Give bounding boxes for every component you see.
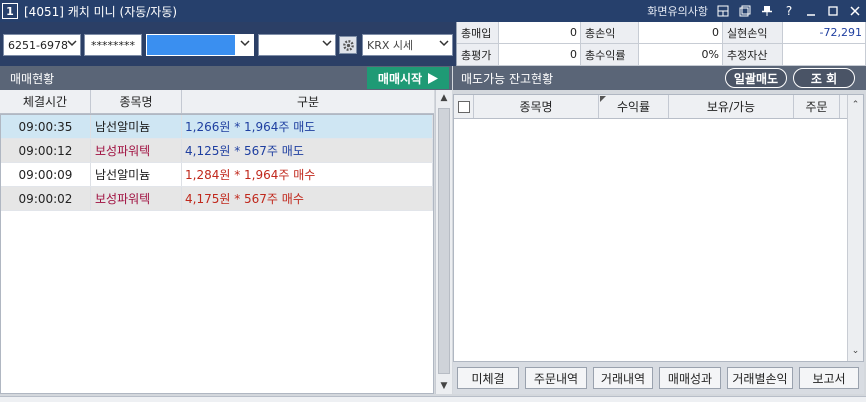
panel-title: 매도가능 잔고현황 bbox=[461, 71, 554, 86]
minimize-icon[interactable] bbox=[804, 4, 818, 18]
close-icon[interactable] bbox=[848, 4, 862, 18]
stock-name: 남선알미늄 bbox=[91, 163, 182, 186]
report-button[interactable]: 보고서 bbox=[799, 367, 859, 389]
select-all-cell[interactable] bbox=[454, 95, 474, 118]
scroll-down-icon[interactable]: ▼ bbox=[436, 378, 452, 394]
sellable-balance-header: 매도가능 잔고현황 일괄매도 조 회 bbox=[453, 66, 866, 90]
trade-time: 09:00:12 bbox=[1, 139, 91, 162]
trade-grid: 09:00:35 남선알미늄 1,266원 * 1,964주 매도 09:00:12 보… bbox=[0, 114, 434, 394]
pnl-by-trade-button[interactable]: 거래별손익 bbox=[727, 367, 793, 389]
panel-title: 매매현황 bbox=[10, 71, 55, 86]
sort-indicator-icon bbox=[600, 96, 606, 102]
chevron-down-icon bbox=[439, 40, 449, 47]
realized-pnl-value: -72,291 bbox=[783, 22, 866, 43]
trade-detail: 4,125원 * 567주 매도 bbox=[182, 139, 433, 162]
trade-performance-button[interactable]: 매매성과 bbox=[659, 367, 721, 389]
trade-history-button[interactable]: 거래내역 bbox=[593, 367, 653, 389]
unfilled-orders-button[interactable]: 미체결 bbox=[457, 367, 519, 389]
select-all-checkbox[interactable] bbox=[457, 100, 470, 113]
notice-link[interactable]: 화면유의사항 bbox=[647, 3, 708, 19]
trade-detail: 1,284원 * 1,964주 매수 bbox=[182, 163, 433, 186]
title-bar: 1 [4051] 캐치 미니 (자동/자동) 화면유의사항 ? bbox=[0, 0, 866, 22]
table-row[interactable]: 09:00:02 보성파워텍 4,175원 * 567주 매수 bbox=[1, 187, 433, 211]
summary-label: 총매입 bbox=[457, 22, 499, 43]
trade-detail: 4,175원 * 567주 매수 bbox=[182, 187, 433, 210]
chevron-down-icon bbox=[322, 40, 332, 47]
scroll-down-icon[interactable]: ⌄ bbox=[848, 343, 863, 359]
column-header-label: 수익률 bbox=[616, 100, 651, 114]
account-summary: 총매입 0 총손익 0 실현손익 -72,291 총평가 0 총수익률 0% 추… bbox=[456, 22, 866, 66]
title-controls: 화면유의사항 ? bbox=[647, 0, 862, 22]
summary-label: 총손익 bbox=[581, 22, 639, 43]
help-icon[interactable]: ? bbox=[782, 4, 796, 18]
trade-detail: 1,266원 * 1,964주 매도 bbox=[182, 115, 433, 138]
scroll-up-icon[interactable]: ⌃ bbox=[848, 97, 863, 113]
copy-window-icon[interactable] bbox=[738, 4, 752, 18]
scroll-thumb[interactable] bbox=[438, 108, 450, 374]
table-row[interactable]: 09:00:35 남선알미늄 1,266원 * 1,964주 매도 bbox=[1, 115, 433, 139]
stock-name: 보성파워텍 bbox=[91, 187, 182, 210]
settings-button[interactable] bbox=[339, 36, 357, 54]
table-row[interactable]: 09:00:09 남선알미늄 1,284원 * 1,964주 매수 bbox=[1, 163, 433, 187]
trade-time: 09:00:35 bbox=[1, 115, 91, 138]
start-trading-label: 매매시작 bbox=[377, 71, 423, 86]
summary-value: 0 bbox=[639, 22, 723, 43]
summary-value: 0% bbox=[639, 44, 723, 65]
column-header[interactable]: 구분 bbox=[182, 90, 434, 113]
stock-name: 남선알미늄 bbox=[91, 115, 182, 138]
trade-grid-scrollbar[interactable]: ▲ ▼ bbox=[435, 90, 452, 394]
summary-label: 실현손익 bbox=[723, 22, 783, 43]
play-icon bbox=[428, 72, 439, 84]
layout-icon[interactable] bbox=[716, 4, 730, 18]
summary-label: 총평가 bbox=[457, 44, 499, 65]
stock-name: 보성파워텍 bbox=[91, 139, 182, 162]
balance-grid-header: 종목명 수익률 보유/가능 주문 bbox=[454, 95, 863, 119]
summary-value: 0 bbox=[499, 22, 581, 43]
summary-value: 0 bbox=[499, 44, 581, 65]
summary-label: 총수익률 bbox=[581, 44, 639, 65]
balance-grid: 종목명 수익률 보유/가능 주문 ⌃ ⌄ bbox=[453, 94, 864, 362]
screen-number-badge: 1 bbox=[2, 3, 18, 19]
column-header[interactable]: 보유/가능 bbox=[669, 95, 794, 118]
bottom-button-bar: 미체결 주문내역 거래내역 매매성과 거래별손익 보고서 bbox=[453, 362, 864, 394]
column-header[interactable]: 주문 bbox=[794, 95, 840, 118]
column-header[interactable]: 체결시간 bbox=[0, 90, 91, 113]
password-field[interactable]: ******** bbox=[84, 34, 142, 56]
chevron-down-icon bbox=[240, 40, 250, 47]
table-row[interactable]: 09:00:12 보성파워텍 4,125원 * 567주 매도 bbox=[1, 139, 433, 163]
maximize-icon[interactable] bbox=[826, 4, 840, 18]
balance-grid-scrollbar[interactable]: ⌃ ⌄ bbox=[847, 95, 863, 361]
trade-time: 09:00:09 bbox=[1, 163, 91, 186]
chevron-down-icon bbox=[67, 40, 77, 47]
trade-grid-header: 체결시간 종목명 구분 bbox=[0, 90, 434, 114]
summary-label: 추정자산 bbox=[723, 44, 783, 65]
summary-row-2: 총평가 0 총수익률 0% 추정자산 bbox=[457, 44, 866, 66]
summary-value bbox=[783, 44, 866, 65]
trade-time: 09:00:02 bbox=[1, 187, 91, 210]
pin-icon[interactable] bbox=[760, 4, 774, 18]
account-select[interactable]: 6251-6978 bbox=[3, 34, 81, 56]
market-select[interactable]: KRX 시세 bbox=[362, 34, 453, 56]
gear-icon bbox=[342, 39, 354, 51]
window-title: [4051] 캐치 미니 (자동/자동) bbox=[24, 4, 178, 19]
account-value: 6251-6978 bbox=[8, 38, 68, 52]
sell-all-button[interactable]: 일괄매도 bbox=[725, 68, 787, 88]
order-history-button[interactable]: 주문내역 bbox=[525, 367, 587, 389]
market-value: KRX 시세 bbox=[367, 39, 414, 52]
column-header[interactable]: 종목명 bbox=[91, 90, 182, 113]
status-strip bbox=[0, 396, 866, 402]
summary-row-1: 총매입 0 총손익 0 실현손익 -72,291 bbox=[457, 22, 866, 44]
condition-select[interactable] bbox=[258, 34, 336, 56]
column-header[interactable]: 수익률 bbox=[599, 95, 669, 118]
column-header[interactable]: 종목명 bbox=[474, 95, 599, 118]
toolbar: 6251-6978 ******** KRX 시세 bbox=[0, 22, 456, 66]
query-button[interactable]: 조 회 bbox=[793, 68, 855, 88]
trade-status-header: 매매현황 매매시작 bbox=[0, 66, 452, 90]
scroll-up-icon[interactable]: ▲ bbox=[436, 90, 452, 106]
start-trading-button[interactable]: 매매시작 bbox=[367, 67, 449, 89]
strategy-select[interactable] bbox=[146, 34, 254, 56]
